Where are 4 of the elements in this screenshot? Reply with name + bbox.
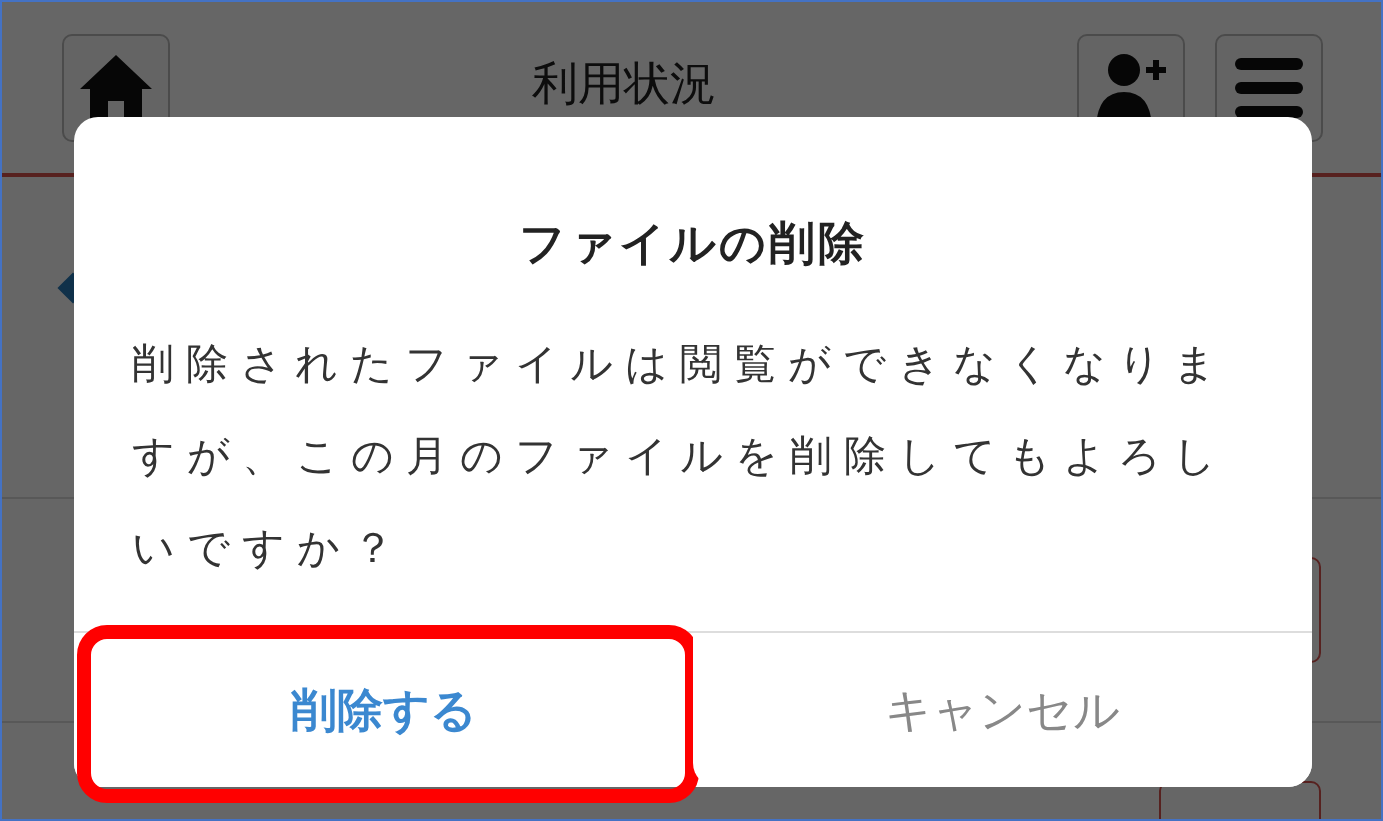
- menu-icon: [1233, 55, 1305, 120]
- dialog-title: ファイルの削除: [518, 215, 868, 272]
- dialog-message: 削除されたファイルは閲覧ができなくなりますが、この月のファイルを削除してもよろしいですか？: [132, 338, 1229, 574]
- page-title: 利用状況: [531, 55, 716, 112]
